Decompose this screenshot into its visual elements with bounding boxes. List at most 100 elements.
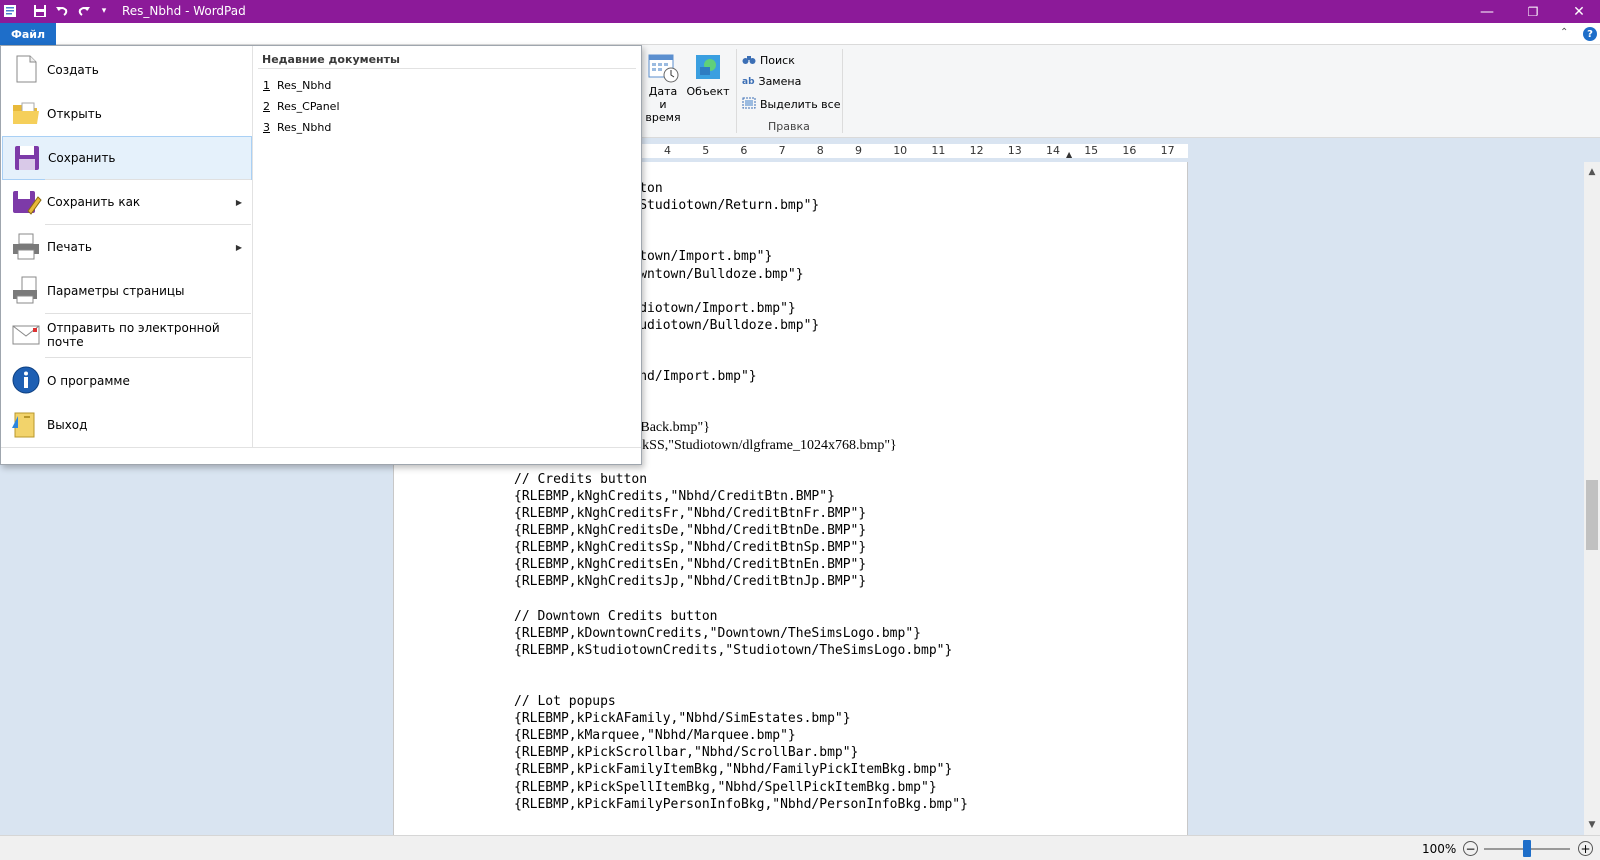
save-icon	[11, 142, 43, 174]
ruler-number: 9	[855, 144, 862, 157]
recent-document-name: Res_Nbhd	[277, 121, 332, 134]
zoom-slider-thumb[interactable]	[1523, 840, 1531, 857]
menu-separator	[45, 179, 251, 180]
file-menu-footer	[1, 447, 641, 464]
quick-save-icon[interactable]	[32, 3, 48, 19]
datetime-label-2: время	[645, 111, 681, 124]
file-menu-item-label: Сохранить как	[47, 195, 141, 209]
ruler-number: 15	[1084, 144, 1099, 157]
recent-document-number: 2	[263, 100, 270, 113]
document-line: {RLEBMP,kPickSpellItemBkg,"Nbhd/SpellPic…	[514, 779, 937, 795]
submenu-arrow-icon: ▶	[235, 242, 242, 252]
select-all-button[interactable]: Выделить все	[742, 97, 840, 112]
file-menu-item-label: Отправить по электронной почте	[47, 321, 220, 349]
ruler-number: 5	[702, 144, 710, 157]
vertical-scrollbar[interactable]: ▲ ▼	[1584, 162, 1600, 835]
file-tab[interactable]: Файл	[0, 23, 56, 45]
document-line: // Credits button	[514, 471, 648, 487]
insert-object-button[interactable]: Объект	[686, 51, 730, 98]
print-icon	[10, 230, 42, 262]
ruler-number: 6	[740, 144, 748, 157]
help-icon[interactable]: ?	[1583, 27, 1597, 41]
scrollbar-thumb[interactable]	[1586, 480, 1598, 550]
find-label: Поиск	[760, 54, 795, 67]
scroll-down-icon[interactable]: ▼	[1584, 817, 1600, 833]
ruler-number: 13	[1007, 144, 1022, 157]
recent-documents-title: Недавние документы	[262, 53, 400, 66]
undo-icon[interactable]	[54, 3, 70, 19]
file-menu-item[interactable]: Открыть	[2, 92, 252, 136]
indent-marker-icon[interactable]: ▲	[1066, 150, 1072, 159]
file-menu-item[interactable]: Выход	[2, 403, 252, 447]
select-all-icon	[742, 97, 756, 112]
ruler-number: 16	[1122, 144, 1137, 157]
document-line: {RLEBMP,kPickFamilyItemBkg,"Nbhd/FamilyP…	[514, 762, 953, 778]
document-line: {RLEBMP,kNghCredits,"Nbhd/CreditBtn.BMP"…	[514, 488, 835, 504]
maximize-button[interactable]: ❐	[1510, 0, 1556, 23]
ruler-number: 12	[969, 144, 984, 157]
document-line: {RLEBMP,kPickFamilyPersonInfoBkg,"Nbhd/P…	[514, 796, 968, 812]
redo-icon[interactable]	[76, 3, 92, 19]
file-menu-item-label: Открыть	[47, 107, 102, 121]
file-menu-item-label: О программе	[47, 374, 130, 388]
menu-separator	[45, 224, 251, 225]
email-icon	[10, 318, 42, 350]
close-button[interactable]: ✕	[1556, 0, 1600, 23]
recent-document-item[interactable]: 1 Res_Nbhd	[263, 79, 331, 92]
exit-icon	[10, 408, 42, 440]
wordpad-app-icon[interactable]	[2, 3, 18, 19]
zoom-in-button[interactable]: +	[1578, 841, 1593, 856]
edit-group-label: Правка	[768, 120, 810, 133]
recent-divider	[258, 68, 636, 69]
replace-button[interactable]: ab Замена	[742, 75, 801, 88]
page-setup-icon	[10, 274, 42, 306]
recent-document-name: Res_Nbhd	[277, 79, 332, 92]
document-line: {RLEBMP,kStudiotownCredits,"Studiotown/T…	[514, 642, 953, 658]
file-menu: Создать Открыть Сохранить Сохранить как ▶ Печ…	[0, 45, 642, 465]
file-menu-commands: Создать Открыть Сохранить Сохранить как ▶ Печ…	[1, 46, 253, 447]
menu-separator	[45, 357, 251, 358]
ruler-number: 14	[1046, 144, 1060, 157]
document-line: {RLEBMP,kNghCreditsDe,"Nbhd/CreditBtnDe.…	[514, 523, 867, 538]
menu-separator	[45, 313, 251, 314]
ruler-number: 7	[778, 144, 786, 157]
ribbon-separator	[736, 49, 737, 133]
ribbon-separator	[842, 49, 843, 133]
file-menu-item[interactable]: Сохранить как ▶	[2, 180, 252, 224]
scroll-up-icon[interactable]: ▲	[1584, 164, 1600, 180]
file-menu-item-label: Сохранить	[48, 151, 116, 165]
recent-document-name: Res_CPanel	[277, 100, 340, 113]
document-line: {RLEBMP,kPickAFamily,"Nbhd/SimEstates.bm…	[514, 711, 851, 727]
ruler-number: 10	[893, 144, 908, 157]
binoculars-icon	[742, 53, 756, 68]
object-icon	[692, 51, 724, 83]
new-document-icon	[10, 53, 42, 85]
ribbon-tab-bar: Файл ⌃ ?	[0, 23, 1600, 45]
file-menu-item[interactable]: Сохранить	[2, 136, 252, 180]
file-menu-item[interactable]: Отправить по электронной почте	[2, 313, 252, 357]
file-menu-item[interactable]: Печать ▶	[2, 225, 252, 269]
document-line: {RLEBMP,kPickScrollbar,"Nbhd/ScrollBar.b…	[514, 745, 859, 761]
ruler-number: 11	[931, 144, 946, 157]
zoom-out-button[interactable]: −	[1463, 841, 1478, 856]
status-bar: 100% − +	[0, 835, 1600, 860]
customize-quick-access-icon[interactable]: ▾	[96, 3, 112, 19]
file-menu-item[interactable]: О программе	[2, 359, 252, 403]
file-menu-item-label: Печать	[47, 240, 92, 254]
info-icon	[10, 364, 42, 396]
submenu-arrow-icon: ▶	[235, 197, 242, 207]
insert-datetime-button[interactable]: Дата и время	[644, 51, 682, 124]
ruler-strip	[636, 144, 1188, 158]
minimize-button[interactable]: —	[1464, 0, 1510, 23]
file-menu-item[interactable]: Параметры страницы	[2, 269, 252, 313]
find-button[interactable]: Поиск	[742, 53, 795, 68]
open-folder-icon	[10, 97, 42, 129]
recent-document-item[interactable]: 2 Res_CPanel	[263, 100, 340, 113]
window-title: Res_Nbhd - WordPad	[122, 4, 246, 18]
file-menu-item-label: Параметры страницы	[47, 284, 185, 298]
document-line: {RLEBMP,kMarquee,"Nbhd/Marquee.bmp"}	[514, 728, 796, 744]
file-menu-item[interactable]: Создать	[2, 48, 252, 92]
collapse-ribbon-icon[interactable]: ⌃	[1560, 27, 1568, 38]
document-line: {RLEBMP,kNghCreditsEn,"Nbhd/CreditBtnEn.…	[514, 557, 867, 573]
recent-document-item[interactable]: 3 Res_Nbhd	[263, 121, 331, 134]
